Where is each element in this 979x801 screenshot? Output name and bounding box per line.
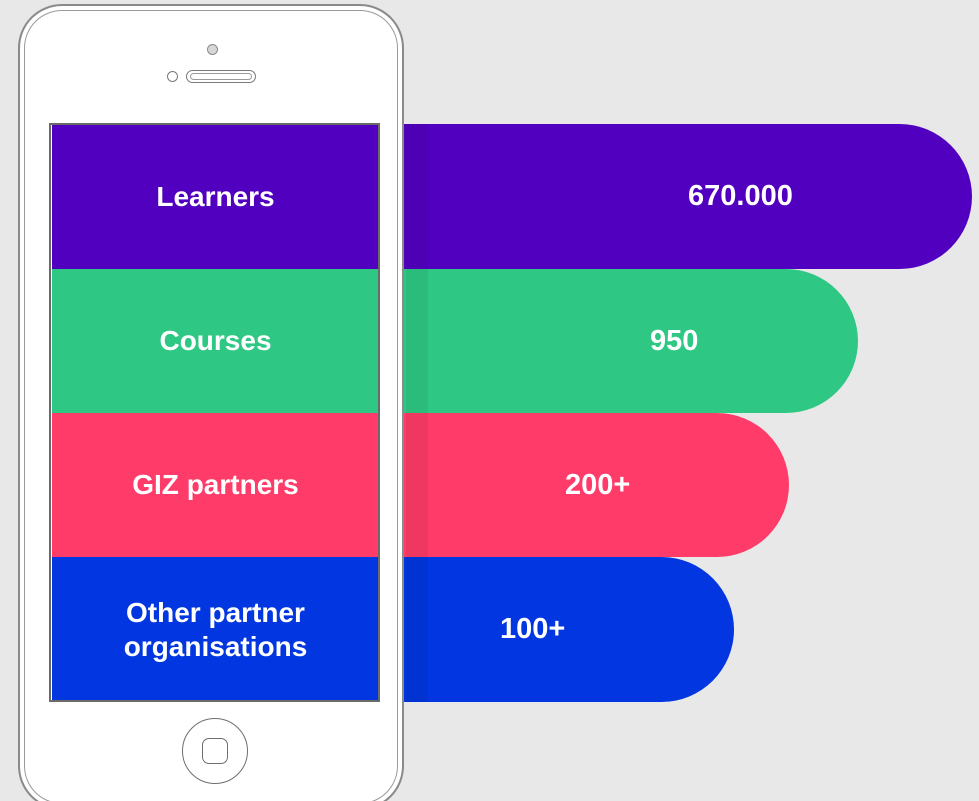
value-label-courses: 950 [650, 324, 699, 357]
bar-other-partner-organisations: 100+ [380, 557, 734, 702]
value-label-learners: 670.000 [688, 180, 793, 212]
category-label-line-2: organisations [123, 630, 308, 662]
bar-courses: 950 [380, 269, 858, 413]
category-label-giz-partners: GIZ partners [132, 469, 299, 500]
bar-learners: 670.000 [380, 124, 972, 269]
value-label-other-partner-organisations: 100+ [500, 613, 566, 645]
category-row-courses: Courses [52, 269, 378, 413]
category-row-giz-partners: GIZ partners [52, 413, 378, 557]
category-label-courses: Courses [159, 325, 272, 356]
bar-shadow-edge [406, 124, 428, 702]
camera-icon [207, 44, 218, 55]
value-label-giz-partners: 200+ [565, 468, 631, 501]
category-row-other-partner-organisations: Other partner organisations [52, 557, 378, 700]
category-label-line-1: Other partner [126, 596, 305, 628]
category-label-other-partner-organisations: Other partner organisations [124, 596, 308, 664]
phone-screen: Learners Courses GIZ partners Other part… [49, 123, 380, 702]
category-label-learners: Learners [156, 180, 275, 212]
stats-infographic: 670.000 950 200+ 100+ Learners Courses G… [0, 0, 979, 801]
home-square-icon [202, 738, 228, 764]
speaker-icon [186, 70, 256, 83]
sensor-icon [167, 71, 178, 82]
bar-giz-partners: 200+ [380, 413, 789, 557]
home-button-icon [182, 718, 248, 784]
category-row-learners: Learners [52, 125, 378, 269]
